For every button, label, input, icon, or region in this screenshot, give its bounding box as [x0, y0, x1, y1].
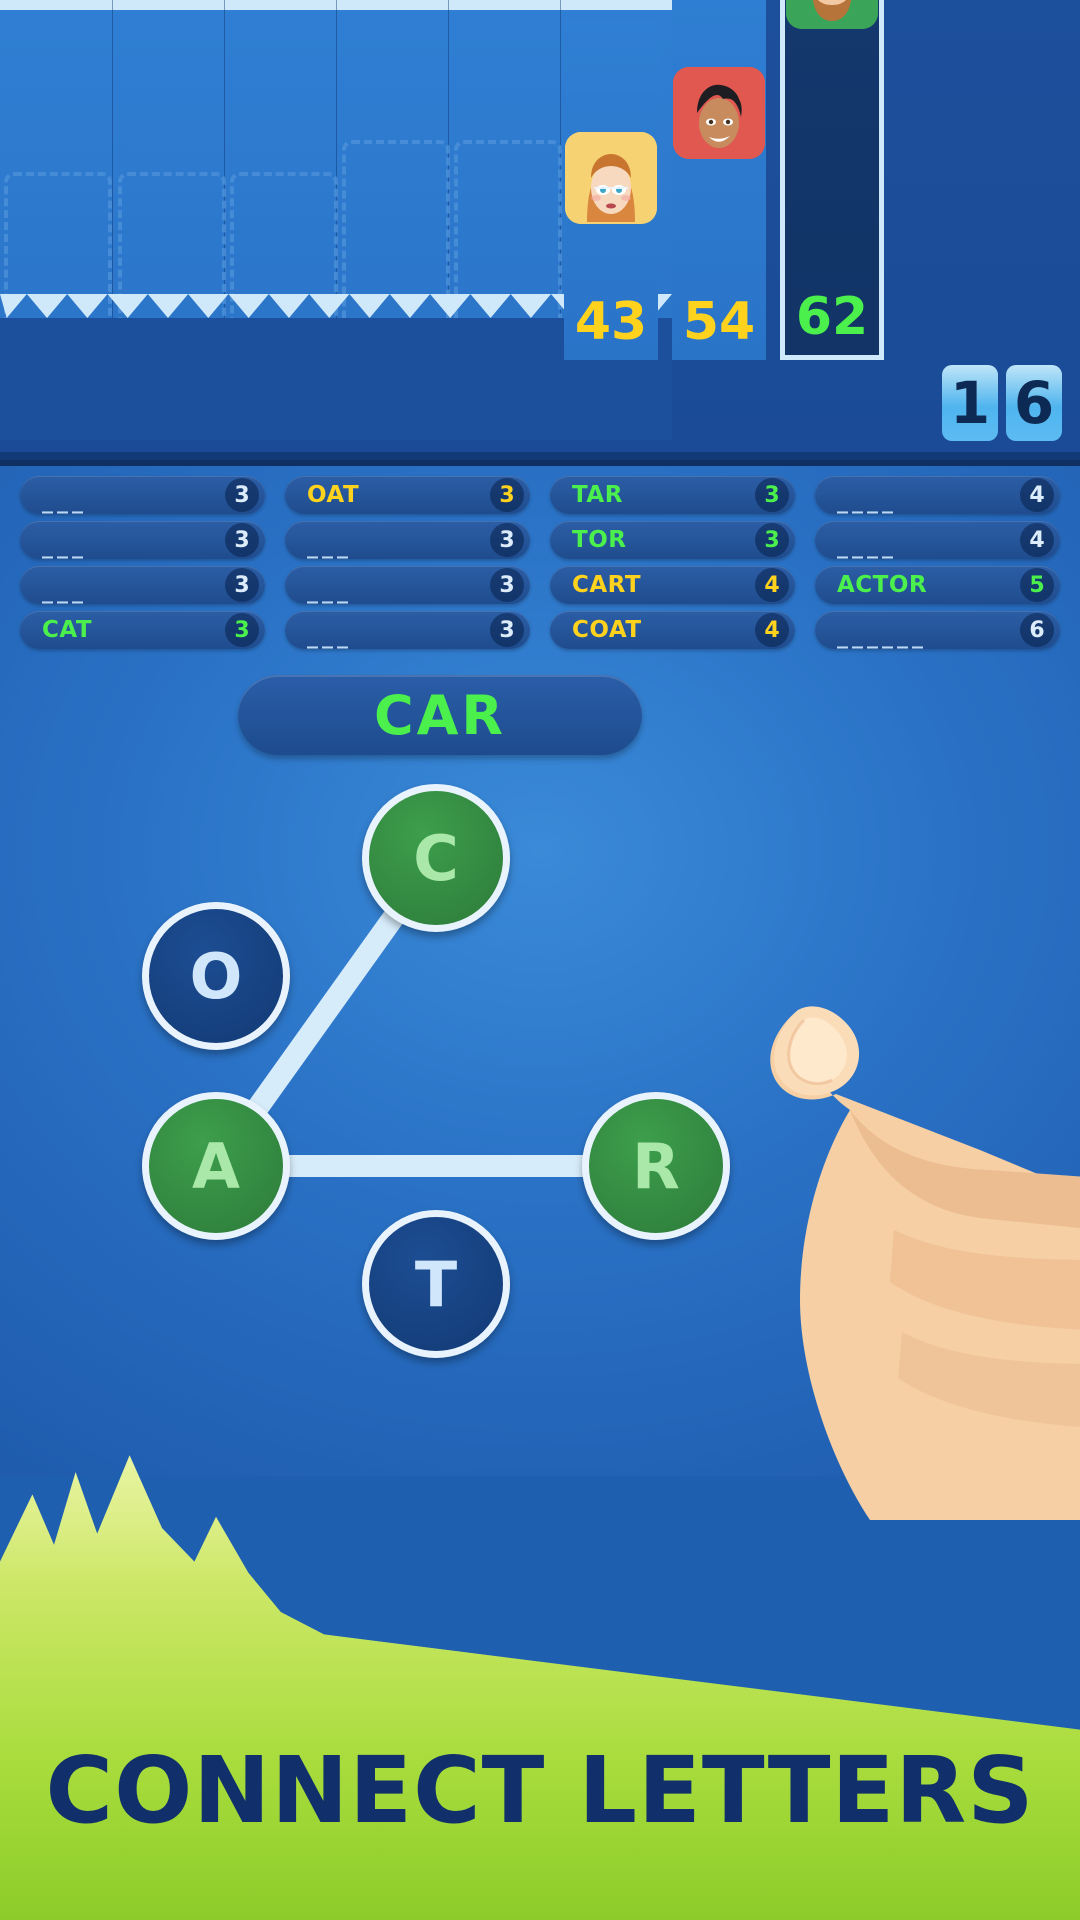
- player-score: 43: [574, 292, 648, 352]
- word-slot-length: 3: [490, 523, 524, 557]
- word-slot-text: ACTOR: [837, 572, 928, 598]
- pointing-hand-illustration: [680, 900, 1080, 1525]
- word-slot[interactable]: OAT 3: [285, 476, 530, 514]
- word-slot-text: ___: [307, 533, 352, 559]
- current-word-banner: CAR: [238, 675, 642, 755]
- leaderboard-column-player-2[interactable]: 54: [672, 0, 766, 360]
- letter-circle-o[interactable]: O: [142, 902, 290, 1050]
- word-slot[interactable]: ACTOR 5: [815, 566, 1060, 604]
- round-counter: 1 6: [942, 365, 1062, 441]
- word-slot-length: 3: [755, 523, 789, 557]
- word-slot-length: 3: [755, 478, 789, 512]
- word-slot-text: TOR: [572, 527, 627, 553]
- word-slot-length: 3: [225, 523, 259, 557]
- leaderboard-column-player-1[interactable]: 43: [564, 20, 658, 360]
- word-slot[interactable]: ___ 3: [285, 566, 530, 604]
- word-slot-length: 4: [1020, 478, 1054, 512]
- word-slot[interactable]: ____ 4: [815, 521, 1060, 559]
- word-slot[interactable]: CAT 3: [20, 611, 265, 649]
- leaderboard-area: 43 54 62: [0, 0, 1080, 452]
- word-slot-length: 3: [490, 613, 524, 647]
- board-slot: [454, 140, 562, 336]
- word-slot-text: ___: [307, 623, 352, 649]
- counter-digit: 6: [1006, 365, 1062, 441]
- word-slot-text: ___: [42, 533, 87, 559]
- male-dark-hair-avatar: [673, 67, 765, 159]
- counter-digit: 1: [942, 365, 998, 441]
- divider-strip-top: [0, 452, 1080, 460]
- letter-circle-t[interactable]: T: [362, 1210, 510, 1358]
- word-slot-text: ___: [42, 578, 87, 604]
- word-slot[interactable]: ___ 3: [20, 566, 265, 604]
- word-slot[interactable]: ___ 3: [285, 521, 530, 559]
- player-score: 62: [795, 287, 869, 347]
- player-score: 54: [682, 292, 756, 352]
- word-slot-text: COAT: [572, 617, 642, 643]
- board-slot: [4, 172, 112, 336]
- word-slot-length: 3: [225, 613, 259, 647]
- word-slot-text: OAT: [307, 482, 360, 508]
- word-slot-text: ___: [307, 578, 352, 604]
- word-slot-text: ____: [837, 488, 897, 514]
- word-slot-length: 3: [490, 568, 524, 602]
- letter-circle-c[interactable]: C: [362, 784, 510, 932]
- game-screen: 43 54 62 1 6 ___ 3 OAT 3 TAR 3 ____ 4 __…: [0, 0, 1080, 1920]
- word-slot-length: 3: [225, 568, 259, 602]
- word-slot-length: 3: [490, 478, 524, 512]
- word-slot[interactable]: COAT 4: [550, 611, 795, 649]
- word-slot[interactable]: CART 4: [550, 566, 795, 604]
- word-slot[interactable]: TAR 3: [550, 476, 795, 514]
- letter-circle-a[interactable]: A: [142, 1092, 290, 1240]
- word-slot-text: ____: [837, 533, 897, 559]
- male-bearded-avatar: [786, 0, 878, 29]
- word-slot[interactable]: ___ 3: [20, 521, 265, 559]
- leaderboard-column-player-3[interactable]: 62: [780, 0, 884, 360]
- word-slot[interactable]: ____ 4: [815, 476, 1060, 514]
- word-slot-text: CART: [572, 572, 642, 598]
- word-slot-length: 3: [225, 478, 259, 512]
- word-slot[interactable]: ______ 6: [815, 611, 1060, 649]
- word-list-grid: ___ 3 OAT 3 TAR 3 ____ 4 ___ 3 ___ 3 TOR 3 ____ 4 ___ 3 __…: [20, 474, 1060, 654]
- word-slot-text: ___: [42, 488, 87, 514]
- word-slot-length: 4: [755, 613, 789, 647]
- promo-banner-text: CONNECT LETTERS: [45, 1737, 1035, 1844]
- word-slot[interactable]: TOR 3: [550, 521, 795, 559]
- word-slot-text: ______: [837, 623, 927, 649]
- word-slot[interactable]: ___ 3: [285, 611, 530, 649]
- word-slot-length: 4: [1020, 523, 1054, 557]
- word-slot-text: CAT: [42, 617, 93, 643]
- word-slot-length: 6: [1020, 613, 1054, 647]
- word-slot-length: 4: [755, 568, 789, 602]
- board-slot: [342, 140, 450, 336]
- word-slot-text: TAR: [572, 482, 623, 508]
- female-redhead-glasses-avatar: [565, 132, 657, 224]
- word-slot[interactable]: ___ 3: [20, 476, 265, 514]
- word-slot-length: 5: [1020, 568, 1054, 602]
